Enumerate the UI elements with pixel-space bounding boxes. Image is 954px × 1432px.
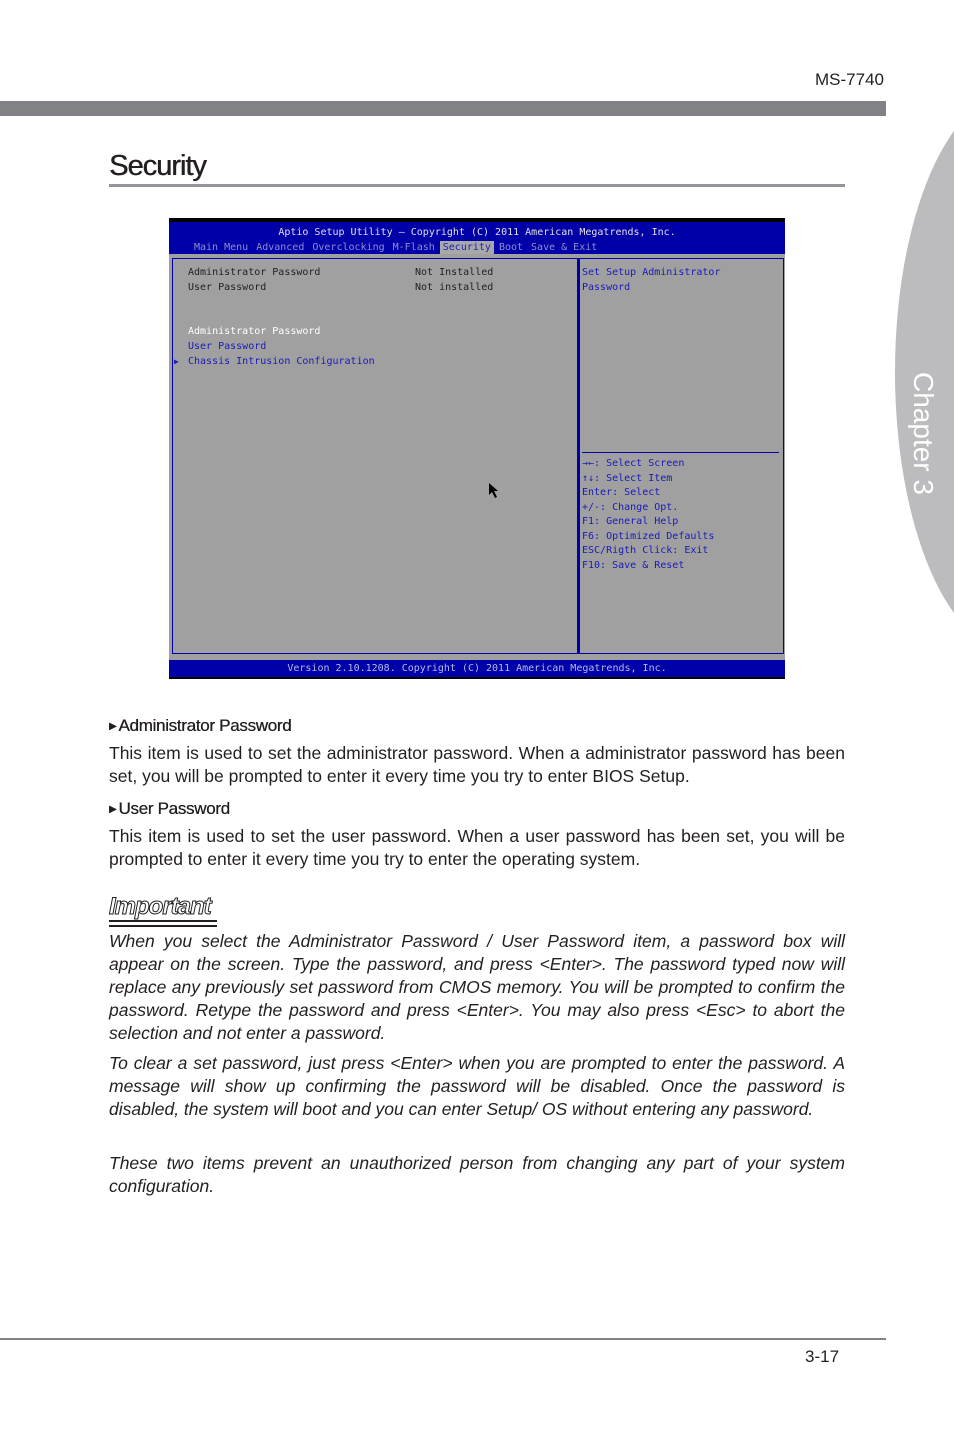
submenu-arrow-icon: ▶ xyxy=(174,357,179,366)
bios-tab-advanced[interactable]: Advanced xyxy=(253,241,307,254)
chapter-label: Chapter 3 xyxy=(908,372,939,495)
key-help-optimized-defaults: F6: Optimized Defaults xyxy=(582,530,715,542)
item-description-user-password: This item is used to set the user passwo… xyxy=(109,826,845,869)
bios-screenshot: Aptio Setup Utility – Copyright (C) 2011… xyxy=(169,218,785,679)
bios-title: Aptio Setup Utility – Copyright (C) 2011… xyxy=(278,227,676,238)
important-paragraph-3: These two items prevent an unauthorized … xyxy=(109,1153,845,1196)
model-number: MS-7740 xyxy=(815,70,884,89)
mouse-pointer-icon xyxy=(489,483,498,498)
help-text-line-1: Set Setup Administrator xyxy=(582,267,721,278)
help-divider xyxy=(582,452,779,453)
key-help-change-opt: +/-: Change Opt. xyxy=(582,501,679,513)
help-text-line-2: Password xyxy=(582,282,631,293)
bios-body: Administrator Password Not Installed Use… xyxy=(169,254,785,660)
key-help-select-item: ↑↓: Select Item xyxy=(582,472,673,484)
bios-tab-main-menu[interactable]: Main Menu xyxy=(191,241,251,254)
page-number: 3-17 xyxy=(805,1347,840,1366)
key-help-exit: ESC/Rigth Click: Exit xyxy=(582,545,709,556)
bullet-arrow-icon: ▶ xyxy=(109,721,117,732)
status-label-admin: Administrator Password xyxy=(188,267,321,278)
bullet-arrow-icon: ▶ xyxy=(109,804,117,815)
status-value-user: Not installed xyxy=(415,282,494,293)
header-bar xyxy=(0,101,886,116)
menu-item-administrator-password[interactable]: Administrator Password xyxy=(188,325,320,340)
item-description-administrator-password: This item is used to set the administrat… xyxy=(109,743,845,786)
menu-item-user-password[interactable]: User Password xyxy=(188,340,266,355)
status-value-admin: Not Installed xyxy=(415,267,494,278)
bios-tab-bar: Main Menu Advanced Overclocking M-Flash … xyxy=(191,241,602,254)
menu-item-chassis-intrusion[interactable]: Chassis Intrusion Configuration xyxy=(188,355,375,370)
title-divider xyxy=(109,184,845,187)
bios-footer: Version 2.10.1208. Copyright (C) 2011 Am… xyxy=(169,660,785,677)
item-heading-administrator-password: ▶ Administrator Password xyxy=(109,716,292,736)
important-underline xyxy=(109,920,217,922)
important-paragraph-1: When you select the Administrator Passwo… xyxy=(109,931,845,1043)
bios-tab-overclocking[interactable]: Overclocking xyxy=(309,241,387,254)
bios-help-panel: Set Setup Administrator Password →←: Sel… xyxy=(578,258,784,654)
footer-divider xyxy=(0,1338,886,1340)
key-help-enter: Enter: Select xyxy=(582,487,661,498)
important-heading: Important xyxy=(109,893,213,921)
key-help-general-help: F1: General Help xyxy=(582,516,679,527)
bios-tab-m-flash[interactable]: M-Flash xyxy=(390,241,438,254)
item-heading-text: User Password xyxy=(118,799,230,818)
bios-header: Aptio Setup Utility – Copyright (C) 2011… xyxy=(169,222,785,254)
key-help-save-reset: F10: Save & Reset xyxy=(582,559,685,571)
status-label-user: User Password xyxy=(188,282,267,293)
item-heading-user-password: ▶ User Password xyxy=(109,799,230,819)
key-help-select-screen: →←: Select Screen xyxy=(582,458,685,469)
important-underline xyxy=(109,925,217,927)
bios-settings-panel: Administrator Password Not Installed Use… xyxy=(172,258,578,654)
bios-tab-boot[interactable]: Boot xyxy=(496,241,526,254)
item-heading-text: Administrator Password xyxy=(118,716,292,735)
bios-tab-save-exit[interactable]: Save & Exit xyxy=(528,241,600,254)
section-title: Security xyxy=(109,150,207,182)
bios-tab-security[interactable]: Security xyxy=(439,241,494,254)
important-paragraph-2: To clear a set password, just press <Ent… xyxy=(109,1053,845,1119)
